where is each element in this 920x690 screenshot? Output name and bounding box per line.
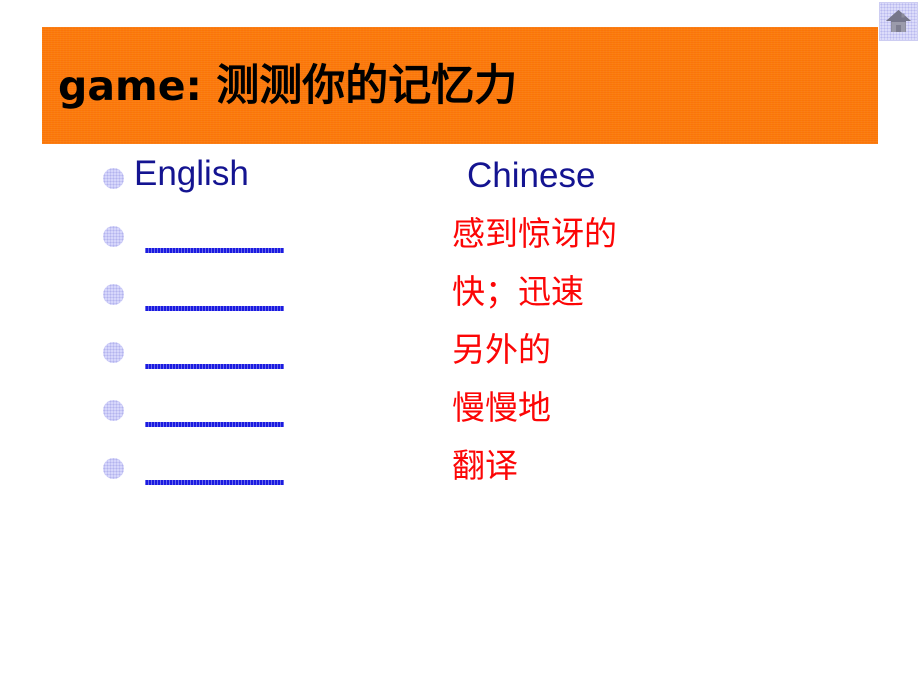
english-blank-line[interactable] xyxy=(145,306,284,311)
column-header-chinese: Chinese xyxy=(467,156,596,195)
english-blank-line[interactable] xyxy=(145,422,284,427)
vocabulary-list: English Chinese 感到惊讶的 快；迅速 另外的 慢慢地 翻译 xyxy=(0,152,920,552)
chinese-word: 快；迅速 xyxy=(452,272,584,311)
bullet-icon xyxy=(103,168,124,189)
chinese-word: 翻译 xyxy=(452,446,518,485)
title-banner: game: 测测你的记忆力 xyxy=(42,27,878,144)
list-item[interactable]: 慢慢地 xyxy=(0,384,920,442)
bullet-icon xyxy=(103,458,124,479)
page-title: game: 测测你的记忆力 xyxy=(58,65,517,108)
list-item[interactable]: 翻译 xyxy=(0,442,920,500)
chinese-word: 感到惊讶的 xyxy=(452,214,617,253)
bullet-icon xyxy=(103,284,124,305)
english-blank-line[interactable] xyxy=(145,364,284,369)
english-blank-line[interactable] xyxy=(145,480,284,485)
page-title-cjk: 测测你的记忆力 xyxy=(216,61,518,111)
chinese-word: 另外的 xyxy=(452,330,551,369)
home-icon xyxy=(886,10,911,32)
list-item[interactable]: 感到惊讶的 xyxy=(0,210,920,268)
bullet-icon xyxy=(103,400,124,421)
page-title-latin: game: xyxy=(58,62,202,110)
column-header-english: English xyxy=(134,154,249,193)
home-button[interactable] xyxy=(879,2,918,41)
bullet-icon xyxy=(103,342,124,363)
list-header-row: English Chinese xyxy=(0,152,920,210)
slide-canvas: game: 测测你的记忆力 English Chinese 感到惊讶的 快；迅速… xyxy=(0,0,920,690)
list-item[interactable]: 另外的 xyxy=(0,326,920,384)
bullet-icon xyxy=(103,226,124,247)
chinese-word: 慢慢地 xyxy=(452,388,551,427)
english-blank-line[interactable] xyxy=(145,248,284,253)
list-item[interactable]: 快；迅速 xyxy=(0,268,920,326)
